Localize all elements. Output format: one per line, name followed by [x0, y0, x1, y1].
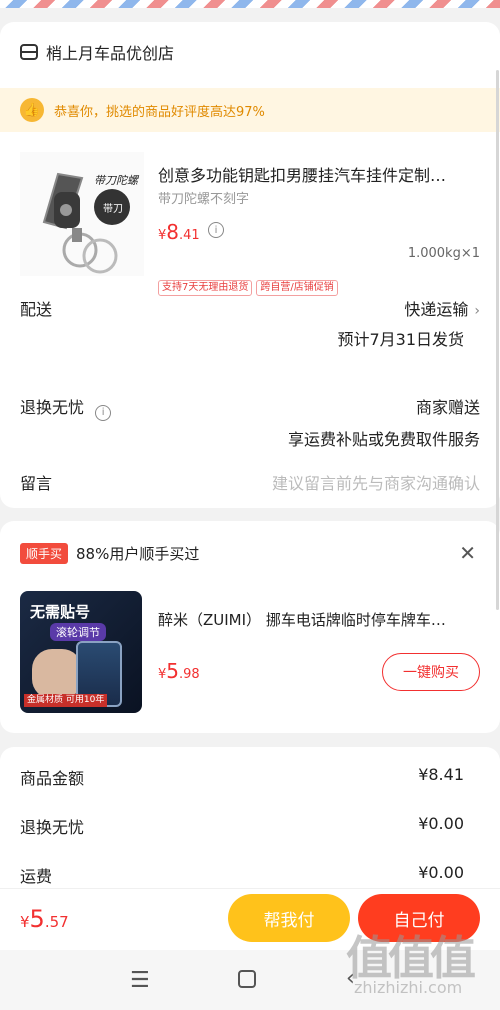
- returns-value: 商家赠送: [415, 398, 480, 417]
- banner-text: 恭喜你，挑选的商品好评度高达97%: [54, 104, 265, 120]
- praise-banner: 👍 恭喜你，挑选的商品好评度高达97%: [0, 88, 500, 132]
- returns-label: 退换无忧: [20, 398, 85, 417]
- total-dec: .57: [44, 913, 69, 931]
- summary-label: 退换无忧: [20, 818, 85, 837]
- image-badge: 带刀: [103, 203, 123, 215]
- addon-image-corner: 金属材质 可用10年: [24, 694, 108, 707]
- summary-row: 运费 ¥0.00: [20, 863, 464, 887]
- summary-row: 商品金额 ¥8.41: [20, 765, 464, 789]
- info-icon[interactable]: i: [208, 222, 224, 238]
- message-label: 留言: [20, 474, 53, 493]
- product-tags: 支持7天无理由退货 跨自营/店铺促销: [158, 280, 338, 296]
- shop-name[interactable]: 梢上月车品优创店: [46, 40, 174, 64]
- delivery-eta: 预计7月31日发货: [337, 330, 464, 349]
- addon-title[interactable]: 醉米（ZUIMI） 挪车电话牌临时停车牌车…: [158, 609, 478, 630]
- message-input[interactable]: 建议留言前先与商家沟通确认: [272, 470, 480, 494]
- addon-image-big: 无需贴号: [30, 603, 91, 621]
- summary-label: 商品金额: [20, 769, 85, 788]
- delivery-label: 配送: [20, 300, 53, 319]
- close-icon[interactable]: ✕: [459, 541, 476, 565]
- summary-value: ¥8.41: [418, 765, 464, 784]
- total-symbol: ¥: [20, 913, 30, 931]
- summary-value: ¥0.00: [418, 814, 464, 833]
- one-click-buy-button[interactable]: 一键购买: [382, 653, 480, 691]
- scrollbar[interactable]: [496, 70, 499, 610]
- shop-header[interactable]: 梢上月车品优创店: [20, 40, 174, 64]
- product-quantity: 1.000kg×1: [407, 246, 480, 261]
- product-spec: 带刀陀螺不刻字: [158, 192, 250, 207]
- addon-header: 顺手买 88%用户顺手买过: [20, 543, 199, 564]
- home-icon[interactable]: [238, 970, 256, 988]
- thumbs-up-icon: 👍: [20, 98, 44, 122]
- shop-icon: [20, 44, 38, 60]
- menu-icon[interactable]: ☰: [130, 968, 150, 993]
- addon-price-dec: .98: [179, 667, 200, 682]
- total-price: ¥5.57: [20, 905, 69, 933]
- hand-shape: [32, 649, 82, 699]
- chevron-right-icon: ›: [474, 303, 480, 319]
- product-price: ¥8.41: [158, 220, 200, 244]
- watermark: 值值值 zhizhizhi.com: [346, 922, 496, 1008]
- product-image[interactable]: 带刀陀螺 带刀: [20, 152, 144, 276]
- addon-product-image[interactable]: 无需贴号 滚轮调节 金属材质 可用10年: [20, 591, 142, 713]
- price-dec: .41: [179, 228, 200, 243]
- tag-promo: 跨自营/店铺促销: [256, 280, 338, 296]
- addon-headline: 88%用户顺手买过: [76, 545, 200, 563]
- image-label: 带刀陀螺: [94, 174, 140, 187]
- total-int: 5: [29, 905, 45, 933]
- summary-value: ¥0.00: [418, 863, 464, 882]
- delivery-method-text: 快递运输: [404, 300, 469, 319]
- addon-image-sub: 滚轮调节: [50, 623, 106, 641]
- price-int: 8: [166, 220, 180, 244]
- summary-label: 运费: [20, 867, 53, 886]
- product-title[interactable]: 创意多功能钥匙扣男腰挂汽车挂件定制…: [158, 162, 478, 186]
- addon-card: 顺手买 88%用户顺手买过 ✕ 无需贴号 滚轮调节 金属材质 可用10年 醉米（…: [0, 521, 500, 733]
- watermark-url: zhizhizhi.com: [354, 978, 463, 997]
- returns-info-icon[interactable]: i: [95, 404, 112, 421]
- summary-row: 退换无忧 ¥0.00: [20, 814, 464, 838]
- airmail-border: [0, 0, 500, 8]
- keychain-illustration: 带刀陀螺 带刀: [42, 172, 140, 274]
- help-me-pay-button[interactable]: 帮我付: [228, 894, 350, 942]
- addon-badge: 顺手买: [20, 543, 69, 564]
- order-card: 梢上月车品优创店 👍 恭喜你，挑选的商品好评度高达97% 带刀陀螺 带刀 创意多…: [0, 22, 500, 508]
- tag-return: 支持7天无理由退货: [158, 280, 253, 296]
- delivery-method[interactable]: 快递运输 ›: [404, 296, 480, 320]
- addon-price: ¥5.98: [158, 659, 200, 683]
- addon-price-int: 5: [166, 659, 180, 683]
- returns-label-row: 退换无忧 i: [20, 394, 112, 421]
- returns-desc: 享运费补贴或免费取件服务: [287, 430, 480, 449]
